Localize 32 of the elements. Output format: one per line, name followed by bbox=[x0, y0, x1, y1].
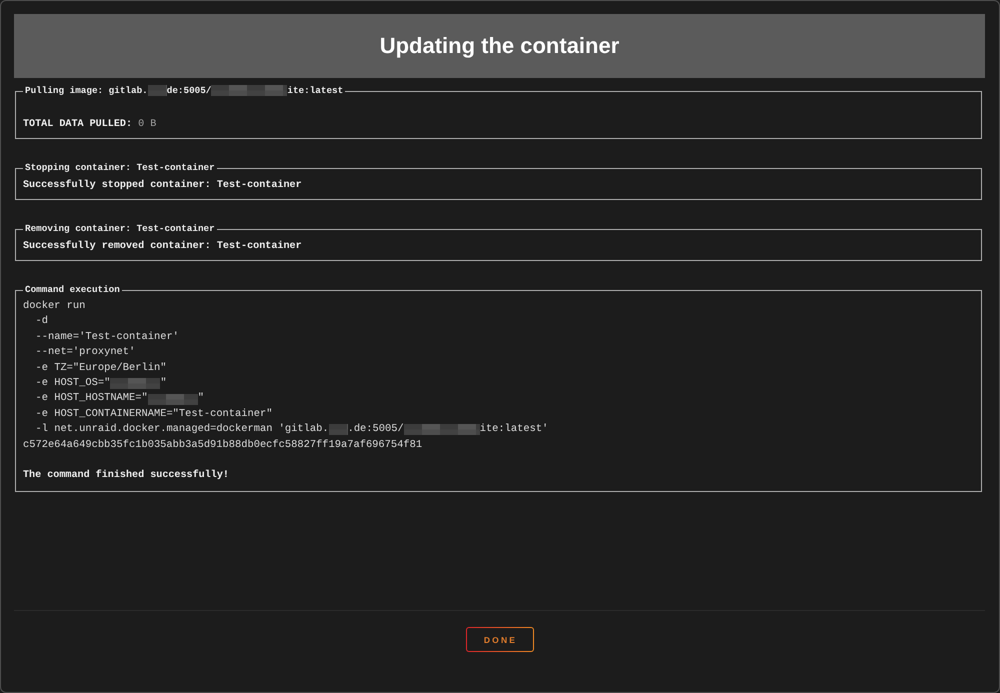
pixelated-block-icon bbox=[148, 85, 167, 96]
dialog-title: Updating the container bbox=[380, 33, 620, 59]
command-line: -e HOST_CONTAINERNAME="Test-container" bbox=[36, 406, 272, 422]
section-legend: ite:latest bbox=[287, 85, 344, 96]
result-message: The command finished successfully! bbox=[23, 468, 229, 484]
section-legend: Pulling image: gitlab. bbox=[25, 85, 148, 96]
status-message: Successfully stopped container: Test-container bbox=[23, 180, 302, 192]
status-message: Successfully removed container: Test-container bbox=[23, 241, 302, 253]
command-line: docker run bbox=[23, 299, 86, 314]
command-line: -e TZ="Europe/Berlin" bbox=[36, 360, 166, 376]
pixelated-block-icon bbox=[148, 394, 198, 405]
pulled-total-text: TOTAL DATA PULLED: 0 B bbox=[23, 119, 156, 131]
command-line: " bbox=[198, 391, 204, 406]
command-line: -e HOST_HOSTNAME=" bbox=[36, 391, 148, 406]
section-legend: Command execution bbox=[23, 284, 122, 296]
pixelated-block-icon bbox=[328, 424, 348, 436]
section-legend: Removing container: Test-container bbox=[23, 223, 217, 235]
command-line: " bbox=[160, 376, 167, 392]
pixelated-block-icon bbox=[404, 424, 480, 436]
command-line: ite:latest' bbox=[480, 422, 548, 438]
command-line: -d bbox=[36, 314, 48, 330]
command-line: c572e64a649cbb35fc1b035abb3a5d91b88db0ecfc58827ff19a7af696754f81 bbox=[23, 438, 422, 453]
section-legend: Stopping container: Test-container bbox=[23, 162, 217, 174]
command-line: --net='proxynet' bbox=[36, 345, 136, 360]
command-line: -e HOST_OS=" bbox=[36, 376, 110, 392]
pixelated-block-icon bbox=[110, 378, 160, 390]
done-button[interactable]: DONE bbox=[466, 627, 534, 652]
command-line: --name='Test-container' bbox=[36, 330, 179, 345]
command-line: .de:5005/ bbox=[348, 422, 404, 438]
section-legend: de:5005/ bbox=[166, 85, 212, 96]
pixelated-block-icon bbox=[211, 85, 288, 96]
command-line: -l net.unraid.docker.managed=dockerman 'gitlab. bbox=[36, 422, 329, 438]
